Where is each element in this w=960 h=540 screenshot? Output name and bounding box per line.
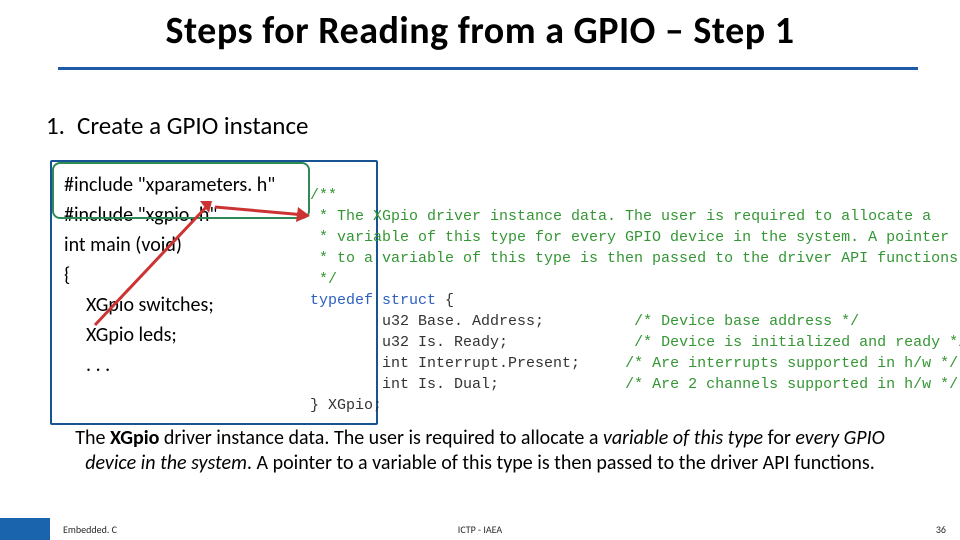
struct-field-1: u32 Base. Address; /* Device base addres… (310, 311, 950, 332)
title-underline (58, 67, 918, 70)
struct-comment-4: * to a variable of this type is then pas… (310, 248, 950, 269)
struct-comment-2: * The XGpio driver instance data. The us… (310, 206, 950, 227)
footer-page-number: 36 (936, 523, 946, 536)
struct-comment-5: */ (310, 269, 950, 290)
struct-field-4: int Is. Dual; /* Are 2 channels supporte… (310, 374, 950, 395)
slide-title: Steps for Reading from a GPIO – Step 1 (0, 8, 960, 54)
struct-snippet: /** * The XGpio driver instance data. Th… (310, 185, 950, 416)
footer-center: ICTP - IAEA (0, 523, 960, 536)
title-suffix: Step 1 (693, 8, 794, 54)
step-number: 1. (46, 110, 65, 141)
struct-comment-3: * variable of this type for every GPIO d… (310, 227, 950, 248)
struct-comment-1: /** (310, 185, 950, 206)
struct-close: } XGpio; (310, 395, 950, 416)
struct-field-3: int Interrupt.Present; /* Are interrupts… (310, 353, 950, 374)
summary-text: The XGpio driver instance data. The user… (56, 426, 904, 476)
title-prefix: Steps for Reading from a GPIO – (166, 8, 694, 54)
struct-field-2: u32 Is. Ready; /* Device is initialized … (310, 332, 950, 353)
step-heading: 1. Create a GPIO instance (46, 110, 920, 141)
struct-decl: typedef struct { (310, 290, 950, 311)
step-text: Create a GPIO instance (77, 110, 308, 141)
